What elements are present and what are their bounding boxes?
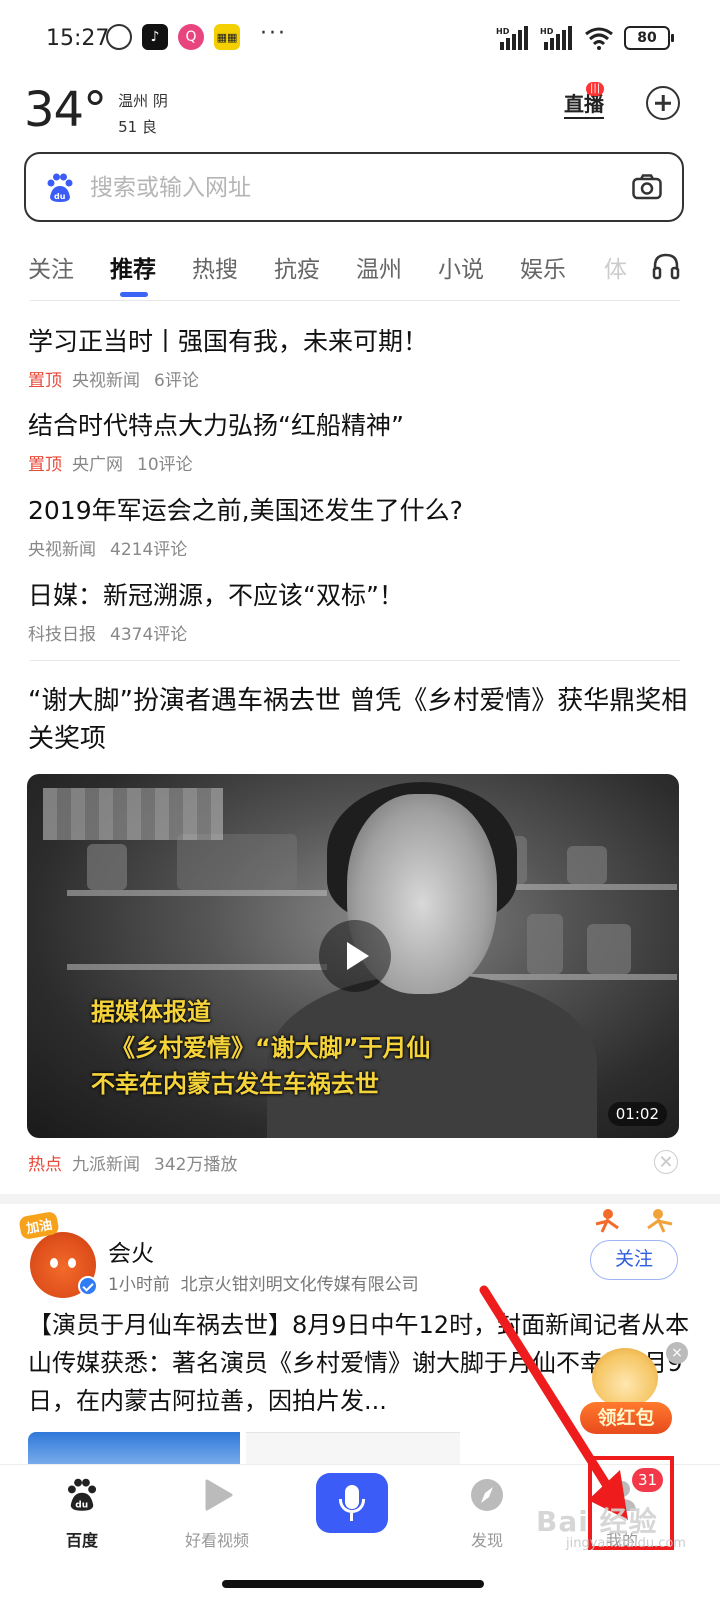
watermark-url: jingyan.baidu.com xyxy=(566,1536,686,1551)
watermark: Bai 经验 xyxy=(536,1505,658,1538)
annotation-arrow xyxy=(479,1285,628,1520)
